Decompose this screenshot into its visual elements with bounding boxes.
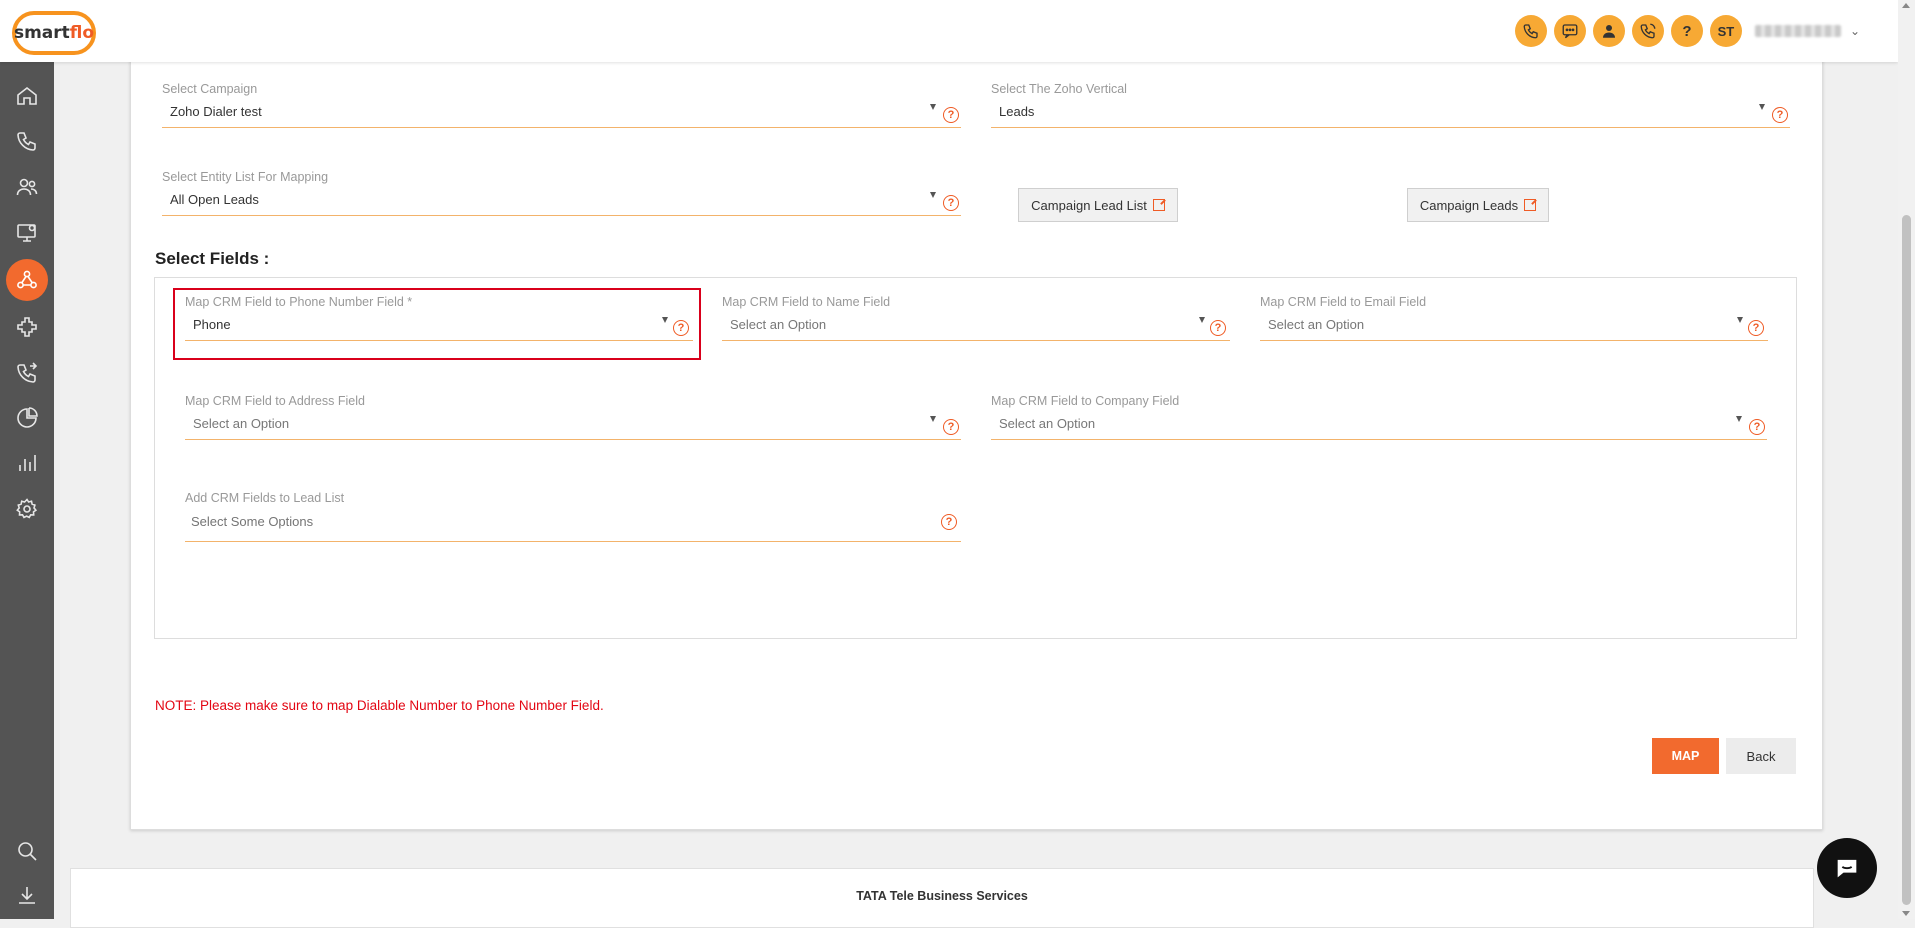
address-field-select[interactable]: Map CRM Field to Address Field Select an…	[185, 394, 961, 442]
name-field-select[interactable]: Map CRM Field to Name Field Select an Op…	[722, 295, 1230, 343]
lead-list-fields-input[interactable]	[189, 513, 893, 530]
phone-field-highlight	[173, 288, 701, 360]
map-button[interactable]: MAP	[1652, 738, 1719, 774]
email-field-select[interactable]: Map CRM Field to Email Field Select an O…	[1260, 295, 1768, 343]
back-button[interactable]: Back	[1726, 738, 1796, 774]
company-field-label: Map CRM Field to Company Field	[991, 394, 1180, 408]
campaign-value: Zoho Dialer test	[170, 104, 262, 119]
entity-list-label: Select Entity List For Mapping	[162, 170, 329, 184]
bar-chart-icon[interactable]	[0, 443, 54, 483]
field-underline	[185, 439, 961, 440]
agent-icon[interactable]	[1592, 15, 1625, 47]
download-icon[interactable]	[0, 876, 54, 916]
logo-text-a: smart	[13, 23, 70, 43]
entity-list-select[interactable]: Select Entity List For Mapping All Open …	[162, 170, 961, 218]
settings-icon[interactable]	[0, 489, 54, 529]
help-icon[interactable]: ?	[1748, 320, 1764, 336]
lead-list-fields-multiselect[interactable]: Add CRM Fields to Lead List ?	[185, 491, 961, 543]
caret-down-icon[interactable]	[1759, 104, 1765, 110]
page-footer: TATA Tele Business Services	[70, 868, 1814, 928]
plugins-icon[interactable]	[0, 307, 54, 347]
user-avatar[interactable]: ST	[1709, 15, 1742, 47]
scroll-up-icon[interactable]	[1902, 3, 1910, 8]
logo-text-b: flo	[69, 23, 95, 43]
company-field-select[interactable]: Map CRM Field to Company Field Select an…	[991, 394, 1767, 442]
name-field-value: Select an Option	[730, 317, 827, 332]
user-name[interactable]	[1754, 25, 1841, 37]
vertical-value: Leads	[999, 104, 1035, 119]
smartflo-logo[interactable]: smart flo	[12, 11, 96, 55]
scrollbar-thumb[interactable]	[1902, 215, 1911, 905]
help-icon[interactable]: ?	[943, 195, 959, 211]
field-underline	[991, 127, 1790, 128]
section-title: Select Fields :	[155, 249, 270, 268]
field-underline	[185, 541, 961, 542]
zoho-vertical-select[interactable]: Select The Zoho Vertical Leads ?	[991, 82, 1790, 130]
external-link-icon	[1524, 199, 1537, 211]
caret-down-icon[interactable]	[1737, 317, 1743, 323]
email-field-value: Select an Option	[1268, 317, 1365, 332]
campaign-leads-button[interactable]: Campaign Leads	[1407, 188, 1549, 222]
mapping-note: NOTE: Please make sure to map Dialable N…	[155, 698, 604, 713]
campaign-lead-list-label: Campaign Lead List	[1031, 197, 1147, 213]
entity-list-value: All Open Leads	[170, 192, 259, 207]
caret-down-icon[interactable]	[1199, 317, 1205, 323]
campaign-label: Select Campaign	[162, 82, 258, 96]
help-icon[interactable]: ?	[1210, 320, 1226, 336]
sms-icon[interactable]	[1553, 15, 1586, 47]
monitor-icon[interactable]	[0, 213, 54, 253]
field-underline	[162, 215, 961, 216]
email-field-label: Map CRM Field to Email Field	[1260, 295, 1427, 309]
lead-list-fields-label: Add CRM Fields to Lead List	[185, 491, 345, 505]
search-icon[interactable]	[0, 831, 54, 871]
chat-icon	[1837, 859, 1857, 878]
address-field-label: Map CRM Field to Address Field	[185, 394, 365, 408]
caret-down-icon[interactable]	[930, 192, 936, 198]
caret-down-icon[interactable]	[1736, 416, 1742, 422]
pie-chart-icon[interactable]	[0, 398, 54, 438]
field-underline	[1260, 340, 1768, 341]
help-icon[interactable]: ?	[943, 107, 959, 123]
chat-widget-button[interactable]	[1817, 838, 1877, 898]
call-transfer-icon[interactable]	[0, 353, 54, 393]
sidebar	[0, 62, 54, 919]
footer-text: TATA Tele Business Services	[856, 889, 1028, 903]
users-icon[interactable]	[0, 167, 54, 207]
help-icon[interactable]: ?	[1670, 15, 1703, 47]
home-icon[interactable]	[0, 76, 54, 116]
integrations-icon[interactable]	[0, 259, 54, 301]
scroll-down-icon[interactable]	[1902, 911, 1910, 916]
phone-icon[interactable]	[1514, 15, 1547, 47]
address-field-value: Select an Option	[193, 416, 290, 431]
help-icon[interactable]: ?	[941, 514, 957, 530]
campaign-select[interactable]: Select Campaign Zoho Dialer test ?	[162, 82, 961, 130]
campaign-lead-list-button[interactable]: Campaign Lead List	[1018, 188, 1178, 222]
field-underline	[722, 340, 1230, 341]
field-underline	[162, 127, 961, 128]
company-field-value: Select an Option	[999, 416, 1096, 431]
caret-down-icon[interactable]	[930, 104, 936, 110]
external-link-icon	[1152, 199, 1165, 211]
header-actions: ? ST ⌄	[1514, 15, 1860, 47]
top-header: smart flo ? ST ⌄	[0, 0, 1898, 62]
campaign-leads-label: Campaign Leads	[1419, 197, 1519, 213]
vertical-label: Select The Zoho Vertical	[991, 82, 1127, 96]
help-glyph: ?	[1682, 22, 1692, 40]
vertical-scrollbar[interactable]	[1898, 0, 1915, 919]
help-icon[interactable]: ?	[943, 419, 959, 435]
chevron-down-icon[interactable]: ⌄	[1850, 24, 1860, 38]
phone-icon[interactable]	[0, 121, 54, 161]
caret-down-icon[interactable]	[930, 416, 936, 422]
help-icon[interactable]: ?	[1772, 107, 1788, 123]
call-monitor-icon[interactable]	[1631, 15, 1664, 47]
user-initials: ST	[1717, 23, 1735, 39]
help-icon[interactable]: ?	[1749, 419, 1765, 435]
name-field-label: Map CRM Field to Name Field	[722, 295, 891, 309]
field-underline	[991, 439, 1767, 440]
active-indicator	[6, 259, 48, 301]
